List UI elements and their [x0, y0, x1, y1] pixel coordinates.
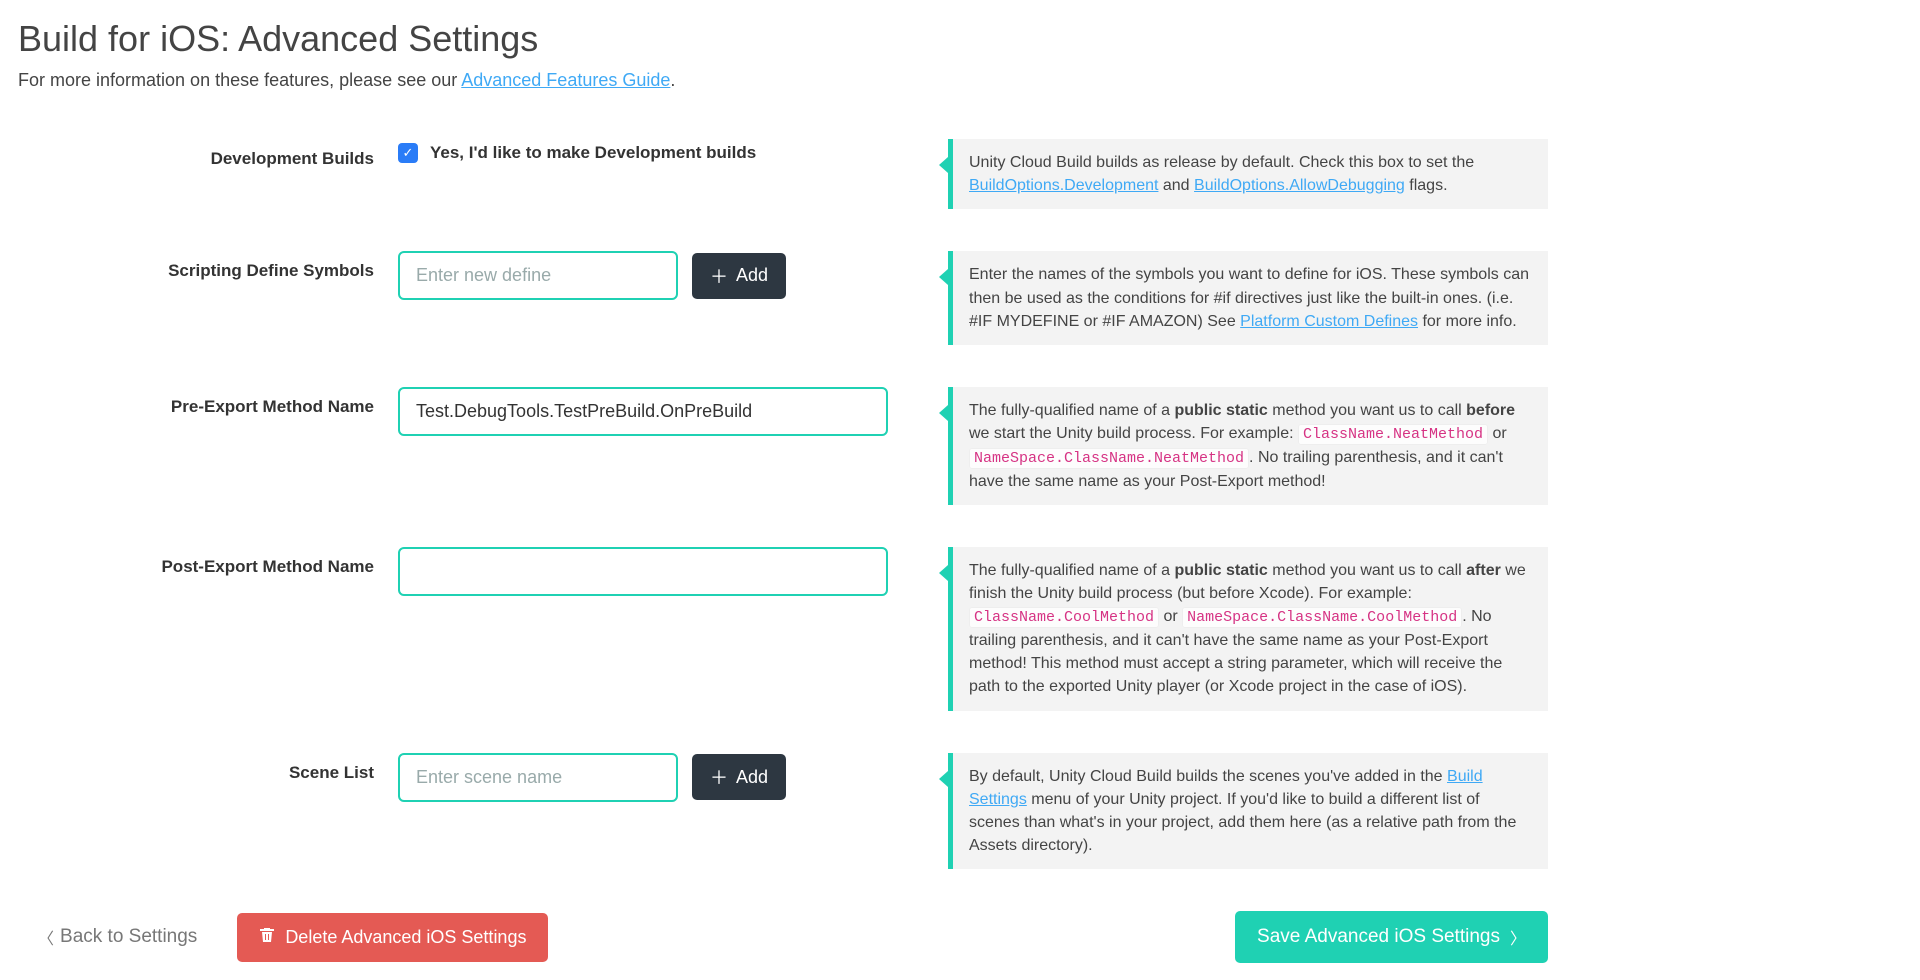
scene-name-input[interactable]: [398, 753, 678, 802]
code-sample: NameSpace.ClassName.CoolMethod: [1182, 607, 1462, 628]
row-post-export: Post-Export Method Name The fully-qualif…: [18, 547, 1548, 711]
page-subhead: For more information on these features, …: [18, 70, 1902, 91]
delete-settings-button[interactable]: Delete Advanced iOS Settings: [237, 913, 548, 962]
label-scripting-symbols: Scripting Define Symbols: [18, 251, 398, 281]
trash-icon: [259, 927, 275, 948]
add-define-label: Add: [736, 265, 768, 286]
code-sample: NameSpace.ClassName.NeatMethod: [969, 448, 1249, 469]
save-settings-button[interactable]: Save Advanced iOS Settings 〉: [1235, 911, 1548, 963]
add-scene-label: Add: [736, 767, 768, 788]
row-scripting-symbols: Scripting Define Symbols ＋ Add Enter the…: [18, 251, 1548, 345]
label-pre-export: Pre-Export Method Name: [18, 387, 398, 417]
help-scene-list: By default, Unity Cloud Build builds the…: [948, 753, 1548, 870]
help-development-builds: Unity Cloud Build builds as release by d…: [948, 139, 1548, 209]
platform-custom-defines-link[interactable]: Platform Custom Defines: [1240, 313, 1418, 330]
label-scene-list: Scene List: [18, 753, 398, 783]
help-pre-export: The fully-qualified name of a public sta…: [948, 387, 1548, 505]
label-development-builds: Development Builds: [18, 139, 398, 169]
label-post-export: Post-Export Method Name: [18, 547, 398, 577]
subhead-text-end: .: [670, 70, 675, 90]
footer-bar: 〈 Back to Settings Delete Advanced iOS S…: [18, 911, 1548, 963]
code-sample: ClassName.CoolMethod: [969, 607, 1159, 628]
help-scripting-symbols: Enter the names of the symbols you want …: [948, 251, 1548, 345]
define-symbol-input[interactable]: [398, 251, 678, 300]
help-post-export: The fully-qualified name of a public sta…: [948, 547, 1548, 711]
buildoptions-development-link[interactable]: BuildOptions.Development: [969, 177, 1158, 194]
row-pre-export: Pre-Export Method Name The fully-qualifi…: [18, 387, 1548, 505]
subhead-text: For more information on these features, …: [18, 70, 461, 90]
code-sample: ClassName.NeatMethod: [1298, 424, 1488, 445]
chevron-right-icon: 〉: [1510, 925, 1526, 949]
delete-label: Delete Advanced iOS Settings: [285, 927, 526, 948]
page-title: Build for iOS: Advanced Settings: [18, 18, 1902, 60]
pre-export-method-input[interactable]: [398, 387, 888, 436]
back-to-settings-link[interactable]: 〈 Back to Settings: [38, 925, 197, 949]
chevron-left-icon: 〈: [38, 925, 54, 949]
add-define-button[interactable]: ＋ Add: [692, 253, 786, 299]
advanced-features-guide-link[interactable]: Advanced Features Guide: [461, 70, 670, 90]
back-label: Back to Settings: [60, 926, 197, 948]
add-scene-button[interactable]: ＋ Add: [692, 754, 786, 800]
row-scene-list: Scene List ＋ Add By default, Unity Cloud…: [18, 753, 1548, 870]
save-label: Save Advanced iOS Settings: [1257, 926, 1500, 948]
dev-builds-checkbox[interactable]: ✓: [398, 143, 418, 163]
dev-builds-checkbox-label: Yes, I'd like to make Development builds: [430, 143, 756, 163]
plus-icon: ＋: [710, 263, 728, 289]
post-export-method-input[interactable]: [398, 547, 888, 596]
buildoptions-allowdebugging-link[interactable]: BuildOptions.AllowDebugging: [1194, 177, 1405, 194]
plus-icon: ＋: [710, 764, 728, 790]
row-development-builds: Development Builds ✓ Yes, I'd like to ma…: [18, 139, 1548, 209]
